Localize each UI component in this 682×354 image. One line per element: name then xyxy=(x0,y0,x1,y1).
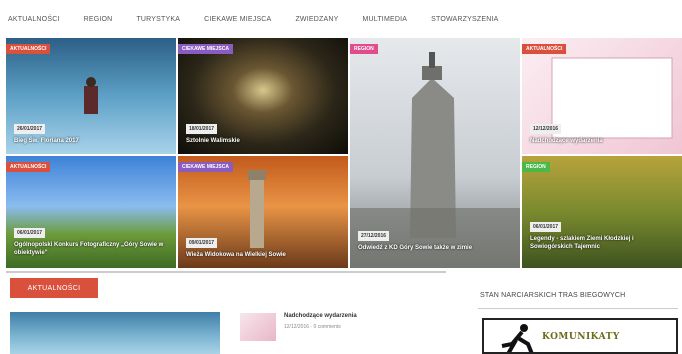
category-badge: REGION xyxy=(522,162,550,172)
tile-date: 09/01/2017 xyxy=(186,238,218,248)
tile-date: 27/12/2016 xyxy=(358,231,390,241)
category-badge: REGION xyxy=(350,44,378,54)
category-badge: AKTUALNOŚCI xyxy=(522,44,567,54)
article-title[interactable]: Nadchodzące wydarzenia xyxy=(284,313,357,319)
tile-date: 26/01/2017 xyxy=(14,124,46,134)
featured-tile[interactable]: REGION 27/12/2016 Odwiedź z KD Góry Sowi… xyxy=(350,38,520,268)
tile-date: 06/01/2017 xyxy=(530,222,562,232)
category-badge: CIEKAWE MIEJSCA xyxy=(178,162,233,172)
featured-tile[interactable]: REGION 06/01/2017 Legendy - szlakiem Zie… xyxy=(522,156,682,268)
tile-caption[interactable]: Ogólnopolski Konkurs Fotograficzny „Góry… xyxy=(14,241,169,257)
tile-caption[interactable]: Sztolnie Walimskie xyxy=(186,137,336,145)
runner-icon xyxy=(501,324,534,352)
nav-aktualnosci[interactable]: AKTUALNOŚCI xyxy=(8,16,60,23)
article-small-thumbnail[interactable] xyxy=(240,313,276,341)
main-nav: AKTUALNOŚCI REGION TURYSTYKA CIEKAWE MIE… xyxy=(0,0,682,38)
tile-caption[interactable]: Bieg Św. Floriana 2017 xyxy=(14,137,164,145)
nav-zwiedzany[interactable]: ZWIEDZANY xyxy=(295,16,338,23)
article-thumbnail[interactable] xyxy=(10,312,220,354)
sidebar-title: STAN NARCIARSKICH TRAS BIEGOWYCH xyxy=(480,292,626,299)
featured-grid: AKTUALNOŚCI 26/01/2017 Bieg Św. Floriana… xyxy=(6,38,682,268)
sidebar-banner[interactable]: KOMUNIKATY xyxy=(482,318,678,354)
article-meta: 12/12/2016 · 0 comments xyxy=(284,324,341,330)
tile-date: 18/01/2017 xyxy=(186,124,218,134)
tile-date: 12/12/2016 xyxy=(530,124,562,134)
featured-tile[interactable]: AKTUALNOŚCI 12/12/2016 Nadchodzące wydar… xyxy=(522,38,682,154)
section-divider xyxy=(6,271,446,273)
featured-tile[interactable]: CIEKAWE MIEJSCA 18/01/2017 Sztolnie Wali… xyxy=(178,38,348,154)
category-badge: AKTUALNOŚCI xyxy=(6,44,51,54)
featured-tile[interactable]: CIEKAWE MIEJSCA 09/01/2017 Wieża Widokow… xyxy=(178,156,348,268)
tile-caption[interactable]: Nadchodzące wydarzenia xyxy=(530,137,675,145)
nav-stowarzyszenia[interactable]: STOWARZYSZENIA xyxy=(431,16,498,23)
featured-tile[interactable]: AKTUALNOŚCI 26/01/2017 Bieg Św. Floriana… xyxy=(6,38,176,154)
sidebar-divider xyxy=(478,308,678,309)
tile-date: 06/01/2017 xyxy=(14,228,46,238)
section-label-button[interactable]: AKTUALNOŚCI xyxy=(10,278,98,298)
nav-region[interactable]: REGION xyxy=(84,16,113,23)
nav-turystyka[interactable]: TURYSTYKA xyxy=(136,16,180,23)
category-badge: CIEKAWE MIEJSCA xyxy=(178,44,233,54)
tile-caption[interactable]: Odwiedź z KD Góry Sowie także w zimie xyxy=(358,244,508,252)
tile-caption[interactable]: Wieża Widokowa na Wielkiej Sowie xyxy=(186,251,341,259)
nav-ciekawe-miejsca[interactable]: CIEKAWE MIEJSCA xyxy=(204,16,271,23)
featured-tile[interactable]: AKTUALNOŚCI 06/01/2017 Ogólnopolski Konk… xyxy=(6,156,176,268)
tile-image xyxy=(522,156,682,268)
nav-multimedia[interactable]: MULTIMEDIA xyxy=(362,16,407,23)
category-badge: AKTUALNOŚCI xyxy=(6,162,51,172)
banner-text: KOMUNIKATY xyxy=(542,332,620,342)
tile-caption[interactable]: Legendy - szlakiem Ziemi Kłodzkiej i Sow… xyxy=(530,235,640,251)
